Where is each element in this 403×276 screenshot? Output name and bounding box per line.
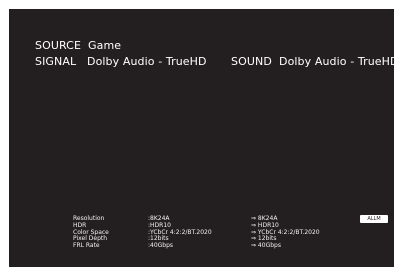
signal-row: SIGNAL Dolby Audio - TrueHD SOUND Dolby … [35,55,394,68]
allm-badge: ALLM [360,215,388,223]
info-output-value: ⇒ 40Gbps [251,242,281,250]
signal-value: Dolby Audio - TrueHD [87,55,207,68]
sound-value: Dolby Audio - TrueHD [279,55,394,68]
source-value: Game [88,39,122,52]
signal-label: SIGNAL [35,55,77,68]
info-input-value: :40Gbps [148,242,174,250]
info-key: FRL Rate [73,242,100,250]
osd-screen: SOURCE Game SIGNAL Dolby Audio - TrueHD … [9,9,394,267]
source-label: SOURCE [35,39,82,52]
source-row: SOURCE Game [35,39,121,52]
sound-label: SOUND [231,55,272,68]
